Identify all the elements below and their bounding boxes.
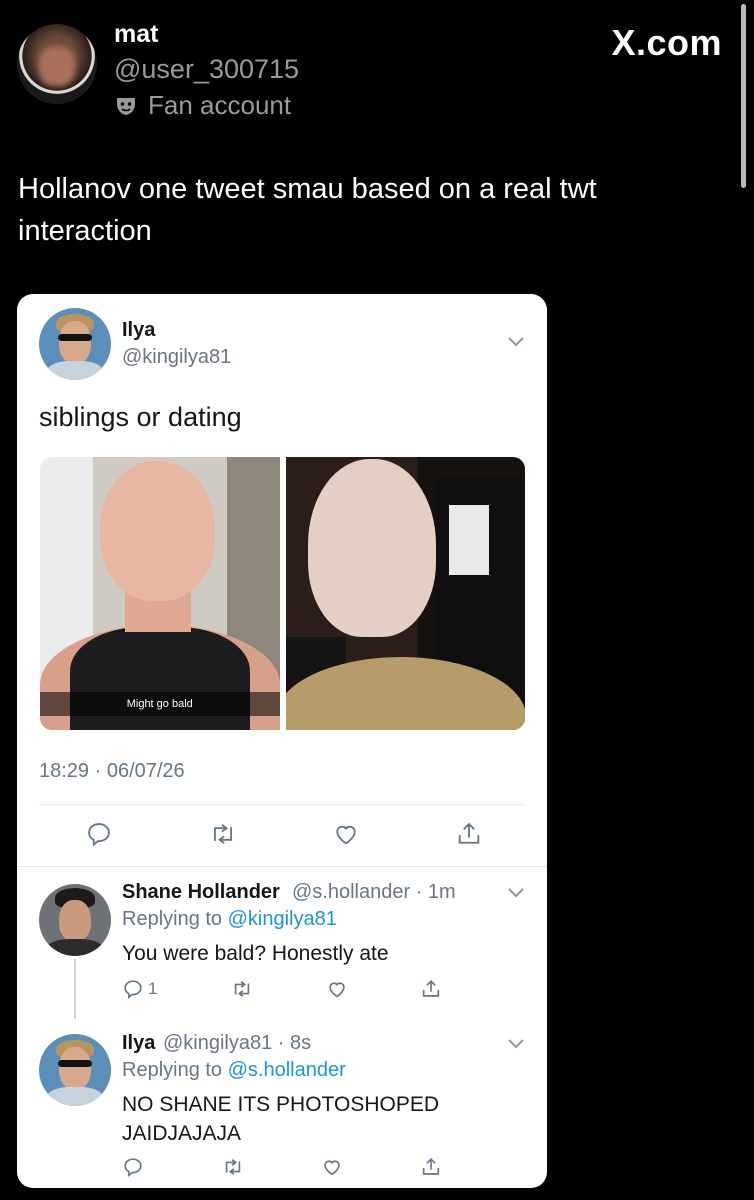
embedded-tweet-screenshot: Ilya @kingilya81 siblings or dating Migh… — [17, 294, 547, 1188]
avatar — [39, 308, 111, 380]
share-icon — [455, 820, 483, 848]
reply-author-handle: @s.hollander · 1m — [292, 881, 456, 903]
replying-to-link: @s.hollander — [227, 1059, 346, 1081]
tweet-author-name: Ilya — [122, 319, 156, 341]
replying-to-label: Replying to — [122, 1059, 223, 1081]
account-label: Fan account — [114, 90, 291, 121]
user-handle[interactable]: @user_300715 — [114, 54, 299, 85]
tweet-timestamp: 18:29 · 06/07/26 — [39, 760, 185, 782]
reply-author-name: Shane Hollander — [122, 881, 280, 903]
reply-icon — [85, 820, 113, 848]
avatar — [39, 1034, 111, 1106]
retweet-icon — [208, 820, 238, 848]
reply-text: NO SHANE ITS PHOTOSHOPED — [122, 1093, 439, 1116]
tweet-photos: Might go bald — [40, 457, 525, 730]
scrollbar[interactable] — [741, 4, 746, 188]
reply-icon: 1 — [122, 978, 157, 1000]
account-label-text: Fan account — [148, 90, 292, 120]
retweet-icon — [221, 1156, 245, 1178]
mask-icon — [114, 94, 138, 118]
thread-line — [74, 959, 76, 1019]
reply-icon — [122, 1156, 144, 1178]
share-icon — [420, 1156, 442, 1178]
reply-actions: 1 — [122, 978, 442, 1000]
like-icon — [326, 978, 348, 1000]
display-name[interactable]: mat — [114, 20, 158, 49]
reply-author-name: Ilya — [122, 1032, 156, 1054]
chevron-down-icon — [508, 888, 524, 898]
replying-to: Replying to @kingilya81 — [122, 908, 337, 931]
chevron-down-icon — [508, 337, 524, 347]
brand-logo: X.com — [611, 22, 722, 63]
share-icon — [420, 978, 442, 1000]
tweet-photo — [285, 457, 525, 730]
like-icon — [321, 1156, 343, 1178]
photo-caption: Might go bald — [40, 692, 280, 716]
avatar — [39, 884, 111, 956]
divider — [17, 866, 547, 867]
like-icon — [332, 820, 360, 848]
post-text: Hollanov one tweet smau based on a real … — [18, 173, 597, 247]
reply-count: 1 — [148, 979, 158, 998]
replying-to-link: @kingilya81 — [227, 908, 337, 930]
reply-author-handle: @kingilya81 · 8s — [163, 1032, 312, 1054]
chevron-down-icon — [508, 1039, 524, 1049]
tweet-actions — [85, 820, 483, 848]
reply-actions — [122, 1156, 442, 1178]
reply-text: You were bald? Honestly ate — [122, 942, 389, 965]
avatar[interactable] — [17, 24, 97, 104]
reply-text: JAIDJAJAJA — [122, 1122, 242, 1145]
tweet-text: siblings or dating — [39, 402, 242, 432]
replying-to: Replying to @s.hollander — [122, 1059, 346, 1082]
divider — [39, 804, 525, 805]
tweet-photo: Might go bald — [40, 457, 280, 730]
retweet-icon — [230, 978, 254, 1000]
tweet-author-handle: @kingilya81 — [122, 346, 232, 368]
replying-to-label: Replying to — [122, 908, 223, 930]
